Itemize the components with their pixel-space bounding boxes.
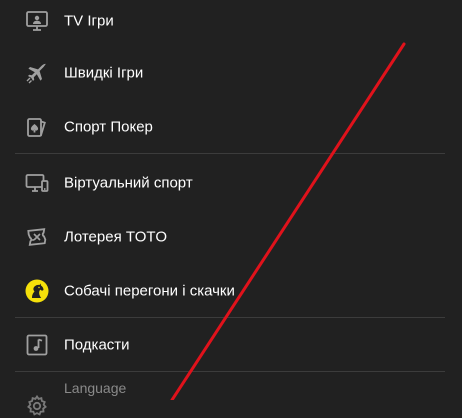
menu-item-label: Віртуальний спорт	[64, 174, 193, 192]
menu-item-lottery-toto[interactable]: Лотерея TOTO	[0, 210, 462, 264]
menu-item-label: TV Ігри	[64, 12, 114, 30]
cards-icon	[25, 115, 49, 139]
menu-divider	[15, 371, 445, 372]
menu-item-dog-horse-racing[interactable]: Собачі перегони і скачки	[0, 264, 462, 318]
horse-head-icon	[25, 279, 49, 303]
menu-item-label: Лотерея TOTO	[64, 228, 167, 246]
menu-item-virtual-sport[interactable]: Віртуальний спорт	[0, 156, 462, 210]
plane-icon	[25, 61, 49, 85]
menu-item-label: Подкасти	[64, 336, 130, 354]
menu-item-podcasts[interactable]: Подкасти	[0, 318, 462, 372]
lottery-ticket-icon	[25, 225, 49, 249]
menu-item-label: Спорт Покер	[64, 118, 153, 136]
menu-item-sport-poker[interactable]: Спорт Покер	[0, 100, 462, 154]
gear-icon[interactable]	[25, 394, 49, 418]
tv-icon	[25, 9, 49, 33]
menu-item-label: Швидкі Ігри	[64, 64, 144, 82]
menu-item-label: Собачі перегони і скачки	[64, 282, 235, 300]
music-note-icon	[25, 333, 49, 357]
monitor-icon	[25, 171, 49, 195]
menu-item-fast-games[interactable]: Швидкі Ігри	[0, 46, 462, 100]
menu-divider	[15, 153, 445, 154]
language-label[interactable]: Language	[64, 380, 126, 396]
menu-item-tv-games[interactable]: TV Ігри	[0, 0, 462, 48]
